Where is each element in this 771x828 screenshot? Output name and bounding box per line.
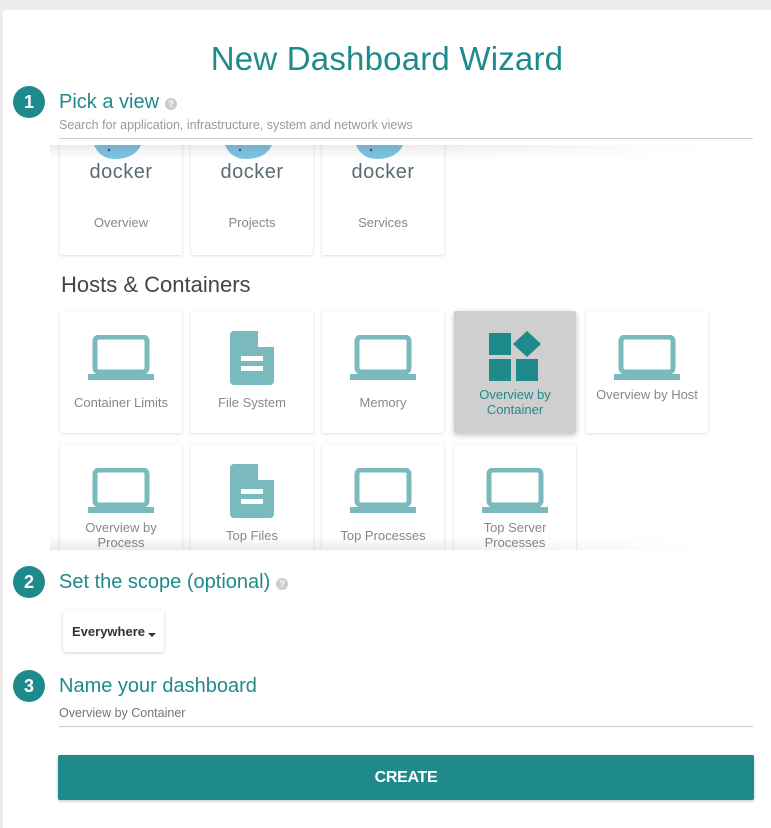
view-tile-docker-projects[interactable]: docker Projects	[191, 145, 313, 255]
view-tile-overview-by-container[interactable]: Overview by Container	[454, 311, 576, 433]
laptop-icon	[586, 335, 708, 381]
view-tile-docker-services[interactable]: docker Services	[322, 145, 444, 255]
tile-label: Overview by Host	[596, 387, 698, 402]
view-tile-docker-overview[interactable]: docker Overview	[60, 145, 182, 255]
view-tile-top-server-processes[interactable]: Top Server Processes	[454, 444, 576, 550]
step-title: Set the scope (optional)	[59, 570, 271, 593]
create-button[interactable]: CREATE	[58, 755, 754, 800]
step-2-header: 2 Set the scope (optional) ?	[13, 566, 289, 598]
view-tile-overview-by-host[interactable]: Overview by Host	[586, 311, 708, 433]
view-tile-memory[interactable]: Memory	[322, 311, 444, 433]
dashboard-name-input[interactable]	[59, 700, 753, 727]
step-number-badge: 1	[13, 86, 45, 118]
laptop-icon	[454, 468, 576, 514]
caret-down-icon	[148, 633, 156, 637]
tile-label: Overview by Container	[479, 387, 551, 417]
view-tile-file-system[interactable]: File System	[191, 311, 313, 433]
tile-label: Overview	[93, 215, 149, 230]
docker-logo-icon: docker	[191, 145, 313, 184]
scope-dropdown[interactable]: Everywhere	[63, 610, 164, 652]
tile-label: Top Files	[225, 528, 279, 543]
laptop-icon	[322, 335, 444, 381]
tile-label: File System	[218, 395, 286, 410]
container-blocks-icon	[454, 331, 576, 383]
page-title: New Dashboard Wizard	[210, 40, 564, 77]
laptop-icon	[60, 335, 182, 381]
view-tile-container-limits[interactable]: Container Limits	[60, 311, 182, 433]
document-icon	[191, 464, 313, 518]
docker-logo-icon: docker	[60, 145, 182, 184]
laptop-icon	[322, 468, 444, 514]
step-title: Name your dashboard	[59, 674, 257, 697]
step-number-badge: 2	[13, 566, 45, 598]
tile-label: Services	[358, 215, 408, 230]
tile-label: Top Server Processes	[483, 520, 547, 550]
tile-label: Projects	[228, 215, 276, 230]
docker-logo-icon: docker	[322, 145, 444, 184]
laptop-icon	[60, 468, 182, 514]
tile-label: Memory	[359, 395, 407, 410]
tile-label: Overview by Process	[85, 520, 157, 550]
step-3-header: 3 Name your dashboard	[13, 670, 257, 702]
view-tile-overview-by-process[interactable]: Overview by Process	[60, 444, 182, 550]
tile-label: Container Limits	[74, 395, 168, 410]
view-tile-top-files[interactable]: Top Files	[191, 444, 313, 550]
section-heading-hosts-containers: Hosts & Containers	[61, 272, 251, 297]
help-icon[interactable]: ?	[165, 97, 178, 110]
view-search-input[interactable]	[59, 112, 753, 139]
view-tile-top-processes[interactable]: Top Processes	[322, 444, 444, 550]
step-number-badge: 3	[13, 670, 45, 702]
tile-label: Top Processes	[340, 528, 426, 543]
scope-selected-value: Everywhere	[72, 623, 145, 639]
document-icon	[191, 331, 313, 385]
help-icon[interactable]: ?	[276, 577, 289, 590]
view-picker-scroll-area[interactable]: docker Overview docker Projects docker S…	[50, 145, 750, 550]
step-title: Pick a view	[59, 90, 160, 113]
